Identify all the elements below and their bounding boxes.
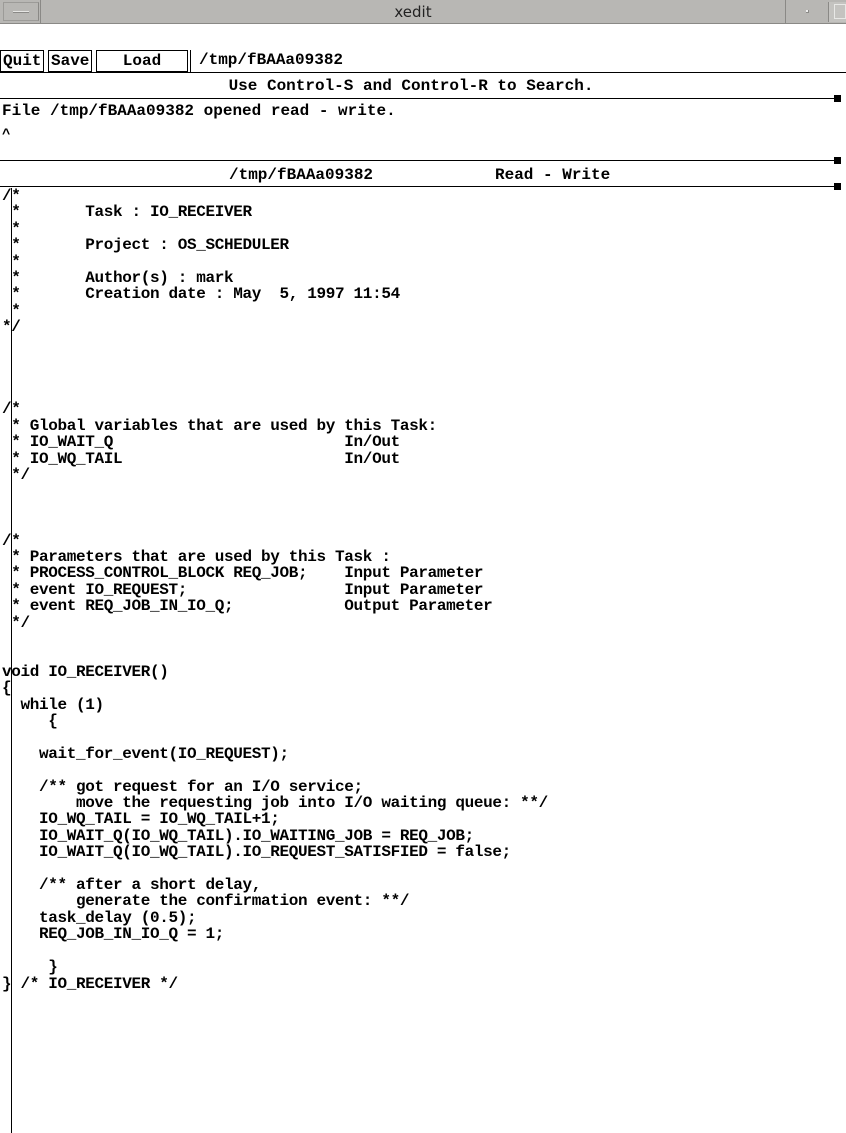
- iconify-button[interactable]: [790, 2, 826, 21]
- divider: [0, 98, 836, 99]
- edit-pane: /* * Task : IO_RECEIVER * * Project : OS…: [0, 188, 846, 1133]
- pane-grip-handle[interactable]: [834, 157, 841, 164]
- pane-grip-handle[interactable]: [834, 95, 841, 102]
- save-button[interactable]: Save: [48, 50, 92, 72]
- title-bar[interactable]: xedit: [0, 0, 846, 24]
- window-menu-button[interactable]: [3, 2, 39, 21]
- status-file-path: /tmp/fBAAa09382: [229, 166, 374, 184]
- quit-button[interactable]: Quit: [0, 50, 44, 72]
- dot-icon: [806, 10, 809, 13]
- status-bar: /tmp/fBAAa09382 Read - Write: [0, 166, 836, 186]
- filename-input[interactable]: /tmp/fBAAa09382: [190, 50, 343, 72]
- message-caret: ^: [2, 127, 11, 143]
- maximize-square-icon: [834, 4, 846, 19]
- text-editor[interactable]: /* * Task : IO_RECEIVER * * Project : OS…: [0, 188, 840, 992]
- message-line: File /tmp/fBAAa09382 opened read - write…: [2, 102, 396, 120]
- divider: [0, 72, 846, 73]
- search-hint-label: Use Control-S and Control-R to Search.: [228, 77, 594, 95]
- divider: [0, 160, 836, 161]
- message-window[interactable]: File /tmp/fBAAa09382 opened read - write…: [2, 101, 832, 121]
- command-bar: Quit Save Load /tmp/fBAAa09382: [0, 48, 846, 72]
- divider: [0, 186, 836, 187]
- load-button[interactable]: Load: [96, 50, 188, 72]
- maximize-button[interactable]: [828, 2, 846, 22]
- xedit-window: xedit Quit Save Load /tmp/fBAAa09382 Use…: [0, 0, 846, 1133]
- status-edit-mode: Read - Write: [495, 166, 611, 184]
- minimize-bar-icon: [13, 11, 29, 13]
- window-title: xedit: [40, 0, 786, 24]
